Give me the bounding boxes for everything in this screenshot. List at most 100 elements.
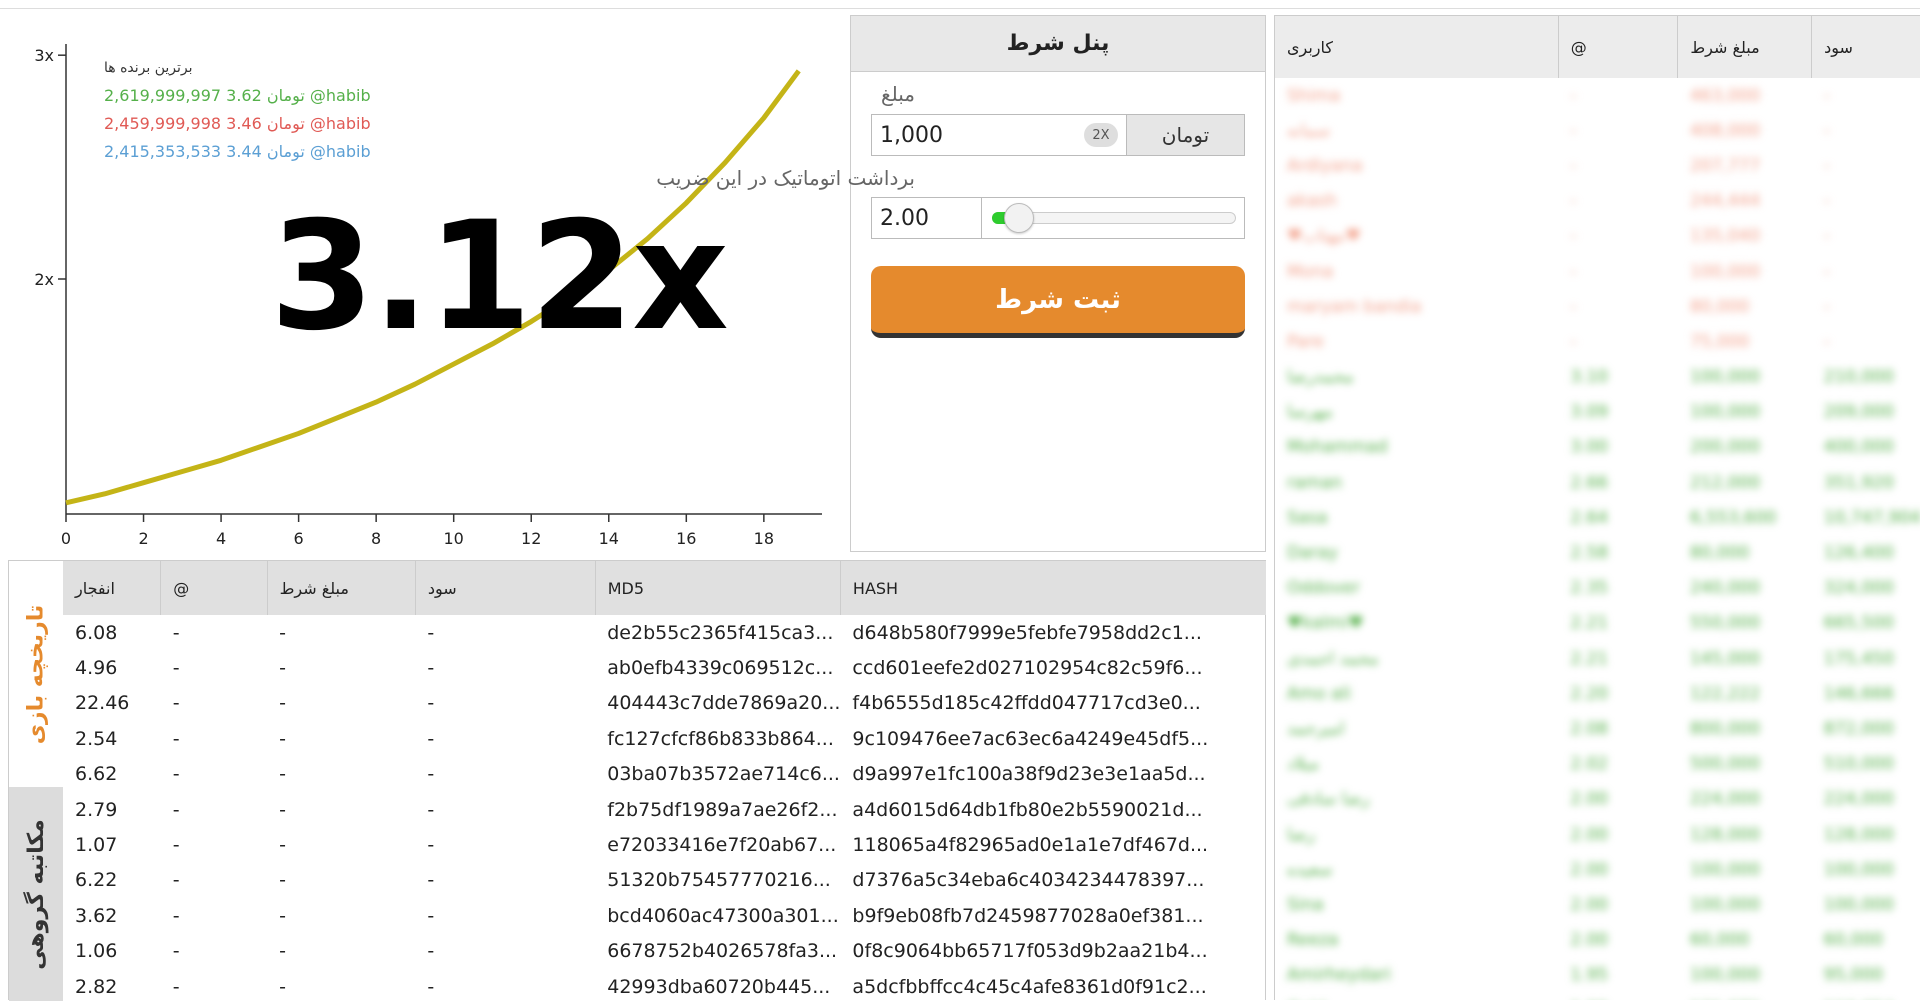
history-row[interactable]: 22.46 - - - 404443c7dde7869a20... f4b6555d185… <box>63 686 1266 721</box>
winner-amount: 2,459,999,998 <box>104 114 222 133</box>
history-hash: d7376a5c34eba6c4034234478397... <box>852 869 1205 892</box>
col-at: @ <box>160 561 268 615</box>
x-tick-label: 0 <box>61 529 71 548</box>
history-crash: 6.08 <box>75 621 118 644</box>
player-at: 2.00 <box>1570 824 1609 845</box>
history-row[interactable]: 6.08 - - - de2b55c2365f415ca3... d648b580f799… <box>63 615 1266 650</box>
history-profit: - <box>427 798 435 821</box>
player-bet: 80,000 <box>1689 543 1750 564</box>
player-row: مهرسا 3.09 100,000 209,000 <box>1275 395 1920 430</box>
player-bet: 550,000 <box>1689 613 1761 634</box>
player-profit: - <box>1823 155 1830 176</box>
player-bet: 100,000 <box>1689 261 1761 282</box>
auto-cashout-slider[interactable] <box>982 198 1244 238</box>
player-name: raman <box>1287 472 1343 493</box>
player-name: Daray <box>1287 543 1338 564</box>
player-name: maryam bandia <box>1287 296 1422 317</box>
history-row[interactable]: 6.22 - - - 51320b75457770216... d7376a5c34eba… <box>63 863 1266 898</box>
history-at: - <box>172 692 180 715</box>
player-bet: 75,000 <box>1689 331 1750 352</box>
game-history-panel: تاریخچه بازی مکاتبه گروهی انفجار @ مبلغ … <box>8 560 1266 1001</box>
player-name: Ardiyana <box>1287 155 1363 176</box>
history-row[interactable]: 1.07 - - - e72033416e7f20ab67... 118065a4f829… <box>63 827 1266 862</box>
history-row[interactable]: 3.62 - - - bcd4060ac47300a301... b9f9eb08fb7d… <box>63 898 1266 933</box>
x-tick-label: 8 <box>371 529 381 548</box>
submit-bet-button[interactable]: ثبت شرط <box>871 266 1245 338</box>
player-row: Daray 2.58 80,000 126,400 <box>1275 535 1920 570</box>
player-profit: 146,666 <box>1823 683 1894 704</box>
player-bet: 408,000 <box>1689 120 1761 141</box>
player-profit: - <box>1823 226 1830 247</box>
player-name: سمانه <box>1287 120 1331 141</box>
winner-currency: تومان <box>266 142 305 161</box>
history-profit: - <box>427 834 435 857</box>
tab-group-chat[interactable]: مکاتبه گروهی <box>9 787 63 1001</box>
amount-value: 1,000 <box>880 122 943 148</box>
player-name: Oddover <box>1287 578 1360 599</box>
player-profit: 95,000 <box>1823 965 1884 986</box>
history-hash: 0f8c9064bb65717f053d9b2aa21b4... <box>852 940 1208 963</box>
player-at: 3.00 <box>1570 437 1609 458</box>
x-tick-label: 14 <box>599 529 619 548</box>
player-bet: 800,000 <box>1689 718 1761 739</box>
history-md5: 42993dba60720b445... <box>607 975 831 998</box>
player-profit: 10,747,904 <box>1823 507 1920 528</box>
history-md5: 6678752b4026578fa3... <box>607 940 838 963</box>
auto-cashout-field: 2.00 <box>871 197 1245 239</box>
history-hash: 9c109476ee7ac63ec6a4249e45df5... <box>852 727 1209 750</box>
history-row[interactable]: 2.79 - - - f2b75df1989a7ae26f2... a4d6015d64d… <box>63 792 1266 827</box>
player-profit: - <box>1823 85 1830 106</box>
player-profit: - <box>1823 261 1830 282</box>
player-profit: 128,000 <box>1823 824 1894 845</box>
history-row[interactable]: 4.96 - - - ab0efb4339c069512c... ccd601eefe2d… <box>63 650 1266 685</box>
player-bet: 207,777 <box>1689 155 1761 176</box>
bet-panel: پنل شرط مبلغ 1,000 2X تومان برداشت اتوما… <box>656 15 1266 552</box>
auto-cashout-input[interactable]: 2.00 <box>872 198 982 238</box>
player-at: 2.08 <box>1570 718 1609 739</box>
double-amount-button[interactable]: 2X <box>1084 123 1118 147</box>
winner-amount: 2,415,353,533 <box>104 142 222 161</box>
player-at: 2.00 <box>1570 930 1609 951</box>
history-md5: 51320b75457770216... <box>607 869 831 892</box>
player-at: 2.02 <box>1570 754 1609 775</box>
player-row: سعیده 2.00 100,000 100,000 <box>1275 852 1920 887</box>
player-bet: 240,000 <box>1689 578 1761 599</box>
player-name: akash <box>1287 191 1338 212</box>
player-at: 2.00 <box>1570 894 1609 915</box>
player-profit: 210,000 <box>1823 367 1894 388</box>
history-md5: 03ba07b3572ae714c6... <box>607 763 840 786</box>
winner-row: 2,619,999,997 3.62 تومان @habib <box>104 82 424 110</box>
player-row: محمد احمدی 2.21 145,000 175,450 <box>1275 641 1920 676</box>
currency-selector[interactable]: تومان <box>1126 115 1244 155</box>
players-panel: کاربری @ مبلغ شرط سود Shima -463,000- سمان… <box>1274 15 1920 1000</box>
history-row[interactable]: 2.54 - - - fc127cfcf86b833b864... 9c109476ee7… <box>63 721 1266 756</box>
history-row[interactable]: 2.82 - - - 42993dba60720b445... a5dcfbbffcc4c… <box>63 969 1266 1004</box>
tab-game-history[interactable]: تاریخچه بازی <box>9 561 63 787</box>
player-name: Pare <box>1287 331 1324 352</box>
player-name: Reeza <box>1287 930 1339 951</box>
history-bet: - <box>279 869 286 892</box>
player-row: ♥مهتاب♥ - 135,040 - <box>1275 219 1920 254</box>
player-name: Sasa <box>1287 507 1328 528</box>
player-profit: 175,450 <box>1823 648 1894 669</box>
player-bet: 122,222 <box>1689 683 1761 704</box>
history-row[interactable]: 6.62 - - - 03ba07b3572ae714c6... d9a997e1fc10… <box>63 757 1266 792</box>
amount-input[interactable]: 1,000 2X <box>872 115 1126 155</box>
history-crash: 2.54 <box>75 727 118 750</box>
player-row: محمدرضا 3.10 100,000 210,000 <box>1275 360 1920 395</box>
player-name: Mohammad <box>1287 437 1388 458</box>
history-at: - <box>172 975 180 998</box>
player-at: 1.95 <box>1570 965 1609 986</box>
history-crash: 1.06 <box>75 940 118 963</box>
winner-multiplier: 3.62 <box>226 86 262 105</box>
history-row[interactable]: 1.06 - - - 6678752b4026578fa3... 0f8c9064bb65… <box>63 934 1266 969</box>
history-header-row: انفجار @ مبلغ شرط سود MD5 HASH <box>63 561 1266 615</box>
player-row: امیرحمد 2.08 800,000 872,000 <box>1275 711 1920 746</box>
player-at: 2.00 <box>1570 789 1609 810</box>
history-md5: f2b75df1989a7ae26f2... <box>607 798 838 821</box>
player-profit: 100,000 <box>1823 859 1894 880</box>
player-name: Shima <box>1287 85 1341 106</box>
slider-thumb[interactable] <box>1003 203 1034 233</box>
player-at: 2.58 <box>1570 543 1609 564</box>
player-name: Amirheydari <box>1287 965 1391 986</box>
